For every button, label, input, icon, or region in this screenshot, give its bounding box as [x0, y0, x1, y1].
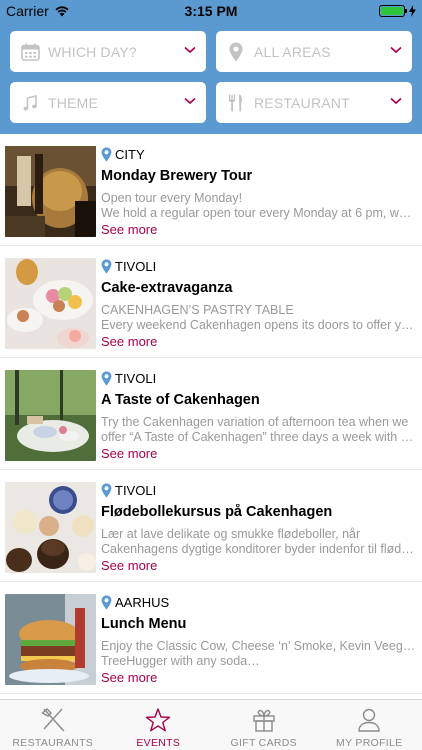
description-line: Open tour every Monday! — [101, 191, 243, 205]
description-line: CAKENHAGEN’S PASTRY TABLE — [101, 303, 294, 317]
see-more-link[interactable]: See more — [101, 558, 416, 573]
description-line: offer “A Taste of Cakenhagen” three days… — [101, 430, 416, 444]
event-title: Flødebollekursus på Cakenhagen — [101, 504, 333, 520]
event-location: TIVOLI — [101, 370, 416, 386]
tab-gift-cards[interactable]: GIFT CARDS — [211, 700, 317, 750]
location-pin-icon — [101, 594, 112, 610]
event-description: Enjoy the Classic Cow, Cheese ‘n’ Smoke,… — [101, 639, 416, 669]
event-thumbnail — [5, 258, 96, 349]
event-location: TIVOLI — [101, 258, 416, 274]
event-description: Lær at lave delikate og smukke flødeboll… — [101, 527, 416, 557]
location-label: CITY — [115, 146, 145, 162]
event-list[interactable]: CITY Monday Brewery Tour Open tour every… — [0, 134, 422, 699]
location-pin-icon — [101, 370, 112, 386]
event-thumbnail — [5, 370, 96, 461]
tab-restaurants[interactable]: RESTAURANTS — [0, 700, 106, 750]
description-line: TreeHugger with any soda… — [101, 654, 260, 668]
header: Carrier 3:15 PM WHICH DAY? ALL AREAS THE… — [0, 0, 422, 134]
chevron-down-icon — [184, 46, 196, 54]
description-line: Cakenhagens dygtige konditorer byder ind… — [101, 542, 416, 556]
location-label: TIVOLI — [115, 482, 157, 498]
event-location: AARHUS — [101, 594, 416, 610]
chevron-down-icon — [184, 97, 196, 105]
description-line: Enjoy the Classic Cow, Cheese ‘n’ Smoke,… — [101, 639, 416, 653]
location-pin-icon — [226, 42, 246, 62]
status-time: 3:15 PM — [184, 3, 238, 19]
fork-knife-icon — [41, 708, 65, 732]
location-label: TIVOLI — [115, 370, 157, 386]
see-more-link[interactable]: See more — [101, 670, 416, 685]
event-description: Try the Cakenhagen variation of afternoo… — [101, 415, 416, 445]
filter-label: WHICH DAY? — [48, 43, 137, 60]
location-pin-icon — [101, 258, 112, 274]
filter-label: ALL AREAS — [254, 43, 331, 60]
location-pin-icon — [101, 146, 112, 162]
event-location: TIVOLI — [101, 482, 416, 498]
chevron-down-icon — [390, 97, 402, 105]
calendar-icon — [20, 42, 40, 62]
filter-which-day[interactable]: WHICH DAY? — [10, 31, 206, 72]
tab-bar: RESTAURANTS EVENTS GIFT CARDS MY PROFILE — [0, 699, 422, 750]
filter-theme[interactable]: THEME — [10, 82, 206, 123]
see-more-link[interactable]: See more — [101, 334, 416, 349]
event-location: CITY — [101, 146, 416, 162]
music-note-icon — [20, 93, 40, 113]
list-item[interactable]: CITY Monday Brewery Tour Open tour every… — [0, 134, 422, 246]
filter-label: THEME — [48, 94, 98, 111]
star-icon — [146, 708, 171, 732]
event-title: A Taste of Cakenhagen — [101, 392, 260, 408]
tab-events[interactable]: EVENTS — [106, 700, 212, 750]
list-item[interactable]: AARHUS Lunch Menu Enjoy the Classic Cow,… — [0, 582, 422, 694]
event-thumbnail — [5, 482, 96, 573]
description-line: Try the Cakenhagen variation of afternoo… — [101, 415, 409, 429]
filter-grid: WHICH DAY? ALL AREAS THEME RESTAURANT — [10, 31, 412, 123]
see-more-link[interactable]: See more — [101, 222, 416, 237]
event-thumbnail — [5, 594, 96, 685]
list-item[interactable]: TIVOLI Cake-extravaganza CAKENHAGEN’S PA… — [0, 246, 422, 358]
status-bar: Carrier 3:15 PM — [0, 0, 422, 22]
description-line: We hold a regular open tour every Monday… — [101, 206, 416, 220]
description-line: Every weekend Cakenhagen opens its doors… — [101, 318, 416, 332]
chevron-down-icon — [390, 46, 402, 54]
filter-restaurant[interactable]: RESTAURANT — [216, 82, 412, 123]
battery-icon — [379, 5, 407, 17]
filter-all-areas[interactable]: ALL AREAS — [216, 31, 412, 72]
fork-knife-icon — [226, 93, 246, 113]
tab-my-profile[interactable]: MY PROFILE — [317, 700, 422, 750]
gift-icon — [253, 709, 275, 732]
location-pin-icon — [101, 482, 112, 498]
list-item[interactable]: TIVOLI Flødebollekursus på Cakenhagen Læ… — [0, 470, 422, 582]
event-title: Monday Brewery Tour — [101, 168, 253, 184]
event-title: Cake-extravaganza — [101, 280, 233, 296]
filter-label: RESTAURANT — [254, 94, 350, 111]
list-item[interactable]: TIVOLI A Taste of Cakenhagen Try the Cak… — [0, 358, 422, 470]
tab-label: RESTAURANTS — [12, 737, 94, 749]
location-label: TIVOLI — [115, 258, 157, 274]
tab-label: EVENTS — [136, 737, 181, 749]
person-icon — [358, 708, 380, 732]
event-description: Open tour every Monday! We hold a regula… — [101, 191, 416, 221]
see-more-link[interactable]: See more — [101, 446, 416, 461]
event-description: CAKENHAGEN’S PASTRY TABLE Every weekend … — [101, 303, 416, 333]
event-title: Lunch Menu — [101, 616, 187, 632]
event-thumbnail — [5, 146, 96, 237]
location-label: AARHUS — [115, 594, 170, 610]
tab-label: GIFT CARDS — [230, 737, 297, 749]
tab-label: MY PROFILE — [336, 737, 403, 749]
description-line: Lær at lave delikate og smukke flødeboll… — [101, 527, 361, 541]
